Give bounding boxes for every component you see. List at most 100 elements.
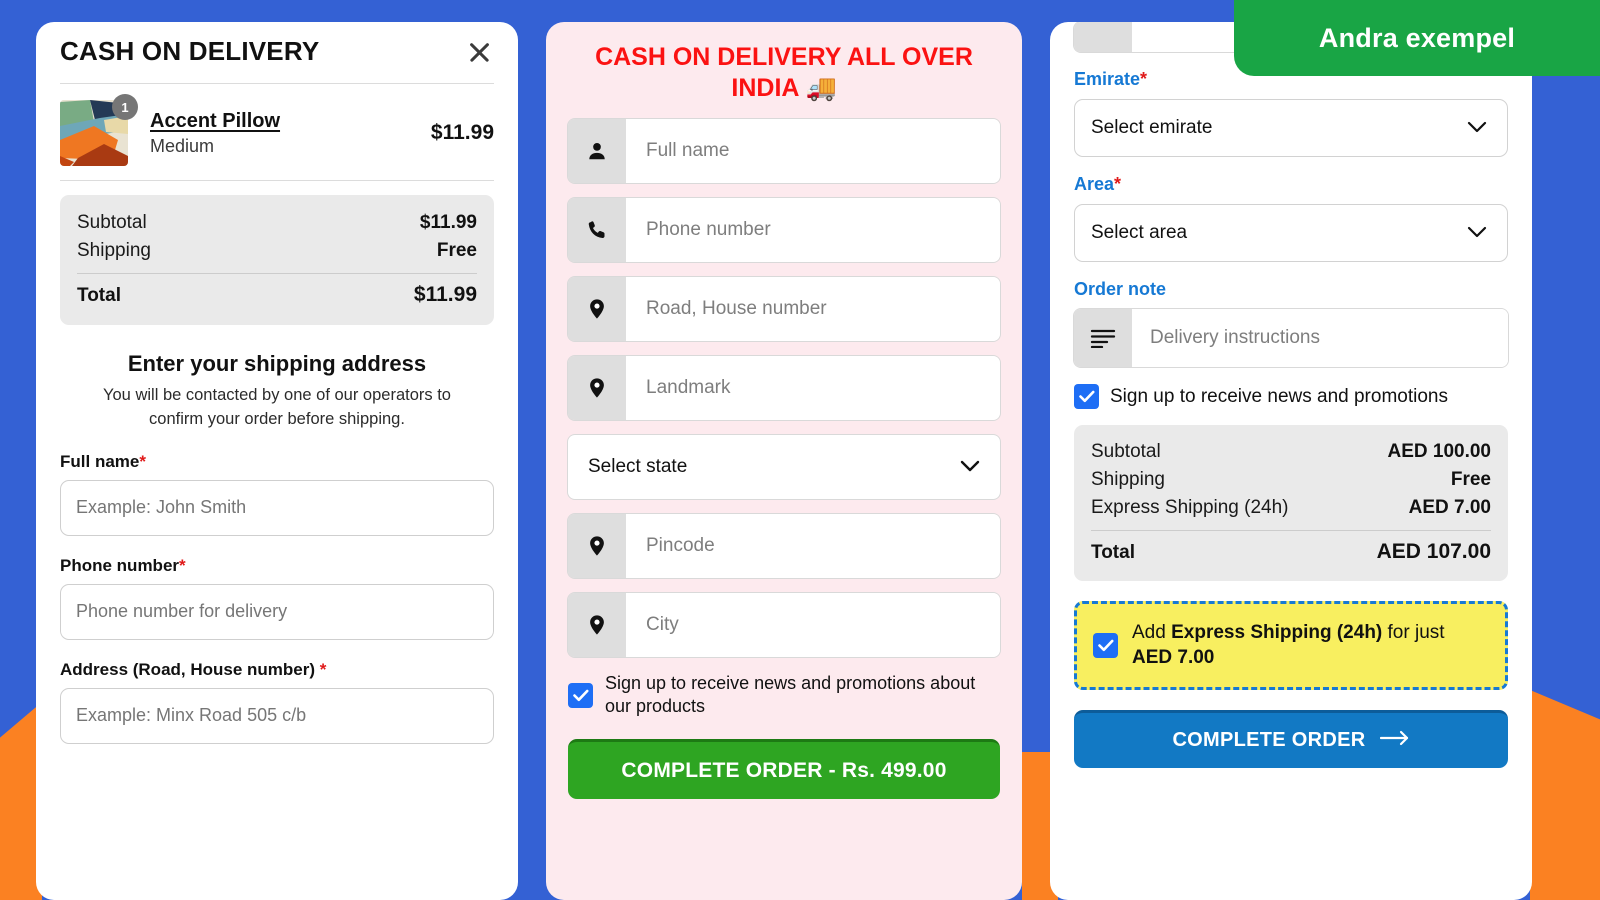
- required-asterisk: *: [139, 451, 146, 471]
- pincode-input[interactable]: [626, 514, 1000, 578]
- full-name-field: [568, 119, 1000, 183]
- label-text: Address (Road, House number): [60, 659, 316, 679]
- line-item-details: Accent Pillow Medium: [150, 110, 417, 157]
- express-shipping-upsell[interactable]: Add Express Shipping (24h) for just AED …: [1074, 601, 1508, 691]
- summary-value: $11.99: [419, 212, 477, 233]
- newsletter-label: Sign up to receive news and promotions: [1110, 385, 1448, 407]
- arrow-right-icon: [1379, 729, 1410, 752]
- shipping-address-subtext: You will be contacted by one of our oper…: [103, 386, 451, 428]
- landmark-input[interactable]: [626, 356, 1000, 420]
- summary-value: AED 100.00: [1387, 441, 1491, 462]
- order-note-field: [1074, 309, 1508, 367]
- field-icon-placeholder: [1074, 22, 1132, 52]
- summary-total-label: Total: [1091, 542, 1135, 563]
- chevron-down-icon: [1467, 117, 1487, 139]
- full-name-input[interactable]: [60, 479, 494, 536]
- callout-banner: Andra exempel: [1234, 0, 1600, 76]
- check-icon: [1097, 639, 1113, 652]
- required-asterisk: *: [179, 555, 186, 575]
- newsletter-checkbox[interactable]: [1074, 384, 1099, 409]
- product-name-link[interactable]: Accent Pillow: [150, 110, 417, 133]
- product-thumbnail-wrapper: 1: [60, 94, 138, 166]
- city-input[interactable]: [626, 593, 1000, 657]
- card1-header: CASH ON DELIVERY: [60, 22, 494, 83]
- area-select-value: Select area: [1091, 222, 1188, 243]
- divider: [60, 180, 494, 181]
- required-asterisk: *: [1114, 174, 1122, 194]
- background-orange-shape-right: [1530, 690, 1600, 900]
- phone-number-field: [568, 198, 1000, 262]
- address-label: Address (Road, House number) *: [60, 660, 494, 680]
- summary-row: Express Shipping (24h) AED 7.00: [1091, 494, 1491, 522]
- required-asterisk: *: [1140, 69, 1148, 89]
- cash-on-delivery-card: CASH ON DELIVERY 1 Accent Pillow Medium …: [36, 22, 518, 900]
- upsell-bold-service: Express Shipping (24h): [1171, 622, 1383, 643]
- pincode-field: [568, 514, 1000, 578]
- complete-order-button[interactable]: COMPLETE ORDER - Rs. 499.00: [568, 739, 1000, 800]
- summary-value: AED 7.00: [1408, 497, 1491, 518]
- summary-label: Shipping: [1091, 469, 1165, 490]
- newsletter-label: Sign up to receive news and promotions a…: [605, 673, 976, 717]
- emirate-select[interactable]: Select emirate: [1074, 99, 1508, 157]
- summary-total-value: AED 107.00: [1376, 540, 1491, 563]
- state-select[interactable]: Select state: [568, 435, 1000, 499]
- newsletter-checkbox-row[interactable]: Sign up to receive news and promotions: [1074, 384, 1508, 409]
- address-input[interactable]: [60, 687, 494, 744]
- newsletter-checkbox-row[interactable]: Sign up to receive news and promotions a…: [568, 672, 1000, 718]
- summary-label: Subtotal: [1091, 441, 1161, 462]
- road-house-number-input[interactable]: [626, 277, 1000, 341]
- map-pin-icon: [568, 356, 626, 420]
- area-label: Area*: [1074, 174, 1508, 195]
- label-text: Area: [1074, 174, 1115, 194]
- summary-label: Shipping: [77, 240, 151, 261]
- order-note-label: Order note: [1074, 279, 1167, 299]
- order-note-input[interactable]: [1132, 309, 1508, 367]
- phone-number-input[interactable]: [626, 198, 1000, 262]
- summary-divider: [77, 273, 477, 274]
- shipping-address-heading: Enter your shipping address: [127, 351, 427, 376]
- complete-order-label: COMPLETE ORDER: [1172, 729, 1366, 752]
- product-variant: Medium: [150, 135, 215, 156]
- callout-banner-label: Andra exempel: [1318, 22, 1516, 53]
- chevron-down-icon: [960, 456, 980, 478]
- full-name-input[interactable]: [626, 119, 1000, 183]
- upsell-prefix: Add: [1132, 622, 1172, 643]
- quantity-badge: 1: [112, 94, 138, 120]
- summary-divider: [1091, 530, 1491, 531]
- complete-order-button[interactable]: COMPLETE ORDER: [1074, 710, 1508, 769]
- text-lines-icon: [1074, 309, 1132, 367]
- phone-number-input[interactable]: [60, 583, 494, 640]
- check-icon: [1078, 390, 1094, 403]
- summary-row: Shipping Free: [1091, 466, 1491, 494]
- area-select[interactable]: Select area: [1074, 204, 1508, 262]
- map-pin-icon: [568, 593, 626, 657]
- cart-line-item: 1 Accent Pillow Medium $11.99: [60, 84, 494, 180]
- summary-total-row: Total AED 107.00: [1091, 537, 1491, 567]
- label-text: Phone number: [60, 555, 180, 575]
- upsell-middle: for just: [1382, 622, 1445, 643]
- person-icon: [568, 119, 626, 183]
- summary-label: Express Shipping (24h): [1091, 497, 1289, 518]
- map-pin-icon: [568, 277, 626, 341]
- newsletter-checkbox[interactable]: [568, 682, 593, 708]
- check-icon: [572, 689, 588, 701]
- phone-number-label: Phone number*: [60, 556, 494, 576]
- line-item-price: $11.99: [430, 121, 494, 144]
- landmark-field: [568, 356, 1000, 420]
- card2-title: CASH ON DELIVERY ALL OVER INDIA 🚚: [595, 43, 973, 102]
- summary-total-value: $11.99: [413, 283, 477, 306]
- label-text: Emirate: [1074, 69, 1141, 89]
- express-shipping-checkbox[interactable]: [1093, 633, 1118, 659]
- map-pin-icon: [568, 514, 626, 578]
- express-shipping-label: Add Express Shipping (24h) for just AED …: [1132, 621, 1489, 670]
- city-field: [568, 593, 1000, 657]
- chevron-down-icon: [1467, 222, 1487, 244]
- state-select-value: Select state: [588, 456, 688, 477]
- label-text: Full name: [60, 451, 140, 471]
- summary-row: Subtotal AED 100.00: [1091, 438, 1491, 466]
- close-icon[interactable]: [464, 37, 494, 67]
- page-title: CASH ON DELIVERY: [60, 36, 320, 66]
- road-house-number-field: [568, 277, 1000, 341]
- required-asterisk: *: [319, 659, 327, 679]
- summary-label: Subtotal: [77, 212, 147, 233]
